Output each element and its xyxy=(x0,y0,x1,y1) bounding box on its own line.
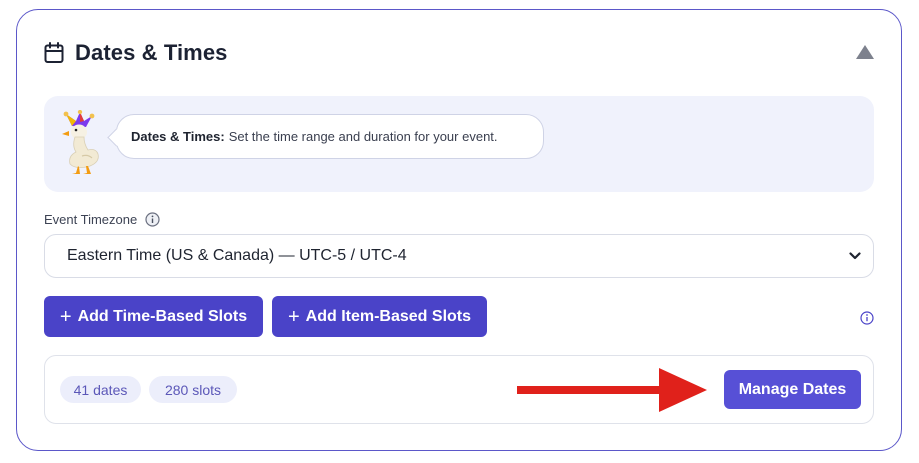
info-icon[interactable] xyxy=(145,212,160,227)
plus-icon: + xyxy=(287,305,300,328)
tip-title: Dates & Times: xyxy=(131,129,225,144)
slots-count-badge: 280 slots xyxy=(149,376,237,403)
add-time-based-slots-label: Add Time-Based Slots xyxy=(77,307,248,325)
timezone-selected-value: Eastern Time (US & Canada) — UTC-5 / UTC… xyxy=(67,247,407,264)
tip-panel: Dates & Times: Set the time range and du… xyxy=(44,96,874,192)
duck-mascot-icon xyxy=(58,109,106,176)
section-header: Dates & Times xyxy=(44,40,228,66)
timezone-label-row: Event Timezone xyxy=(44,212,160,227)
tip-bubble: Dates & Times: Set the time range and du… xyxy=(116,114,544,159)
timezone-select[interactable]: Eastern Time (US & Canada) — UTC-5 / UTC… xyxy=(44,234,874,278)
add-item-based-slots-label: Add Item-Based Slots xyxy=(305,307,472,325)
slots-summary-bar: 41 dates 280 slots Manage Dates xyxy=(44,355,874,424)
triangle-up-icon xyxy=(856,45,874,59)
collapse-toggle[interactable] xyxy=(855,44,875,60)
manage-dates-button[interactable]: Manage Dates xyxy=(724,370,861,409)
info-icon[interactable] xyxy=(860,311,874,325)
timezone-label: Event Timezone xyxy=(44,212,138,227)
red-arrow-icon xyxy=(517,368,707,412)
tip-text: Set the time range and duration for your… xyxy=(228,129,498,144)
calendar-icon xyxy=(44,42,64,64)
chevron-down-icon xyxy=(849,251,861,261)
add-time-based-slots-button[interactable]: + Add Time-Based Slots xyxy=(44,296,263,337)
add-item-based-slots-button[interactable]: + Add Item-Based Slots xyxy=(272,296,487,337)
section-title: Dates & Times xyxy=(75,40,228,65)
dates-count-badge: 41 dates xyxy=(60,376,141,403)
plus-icon: + xyxy=(59,305,72,328)
